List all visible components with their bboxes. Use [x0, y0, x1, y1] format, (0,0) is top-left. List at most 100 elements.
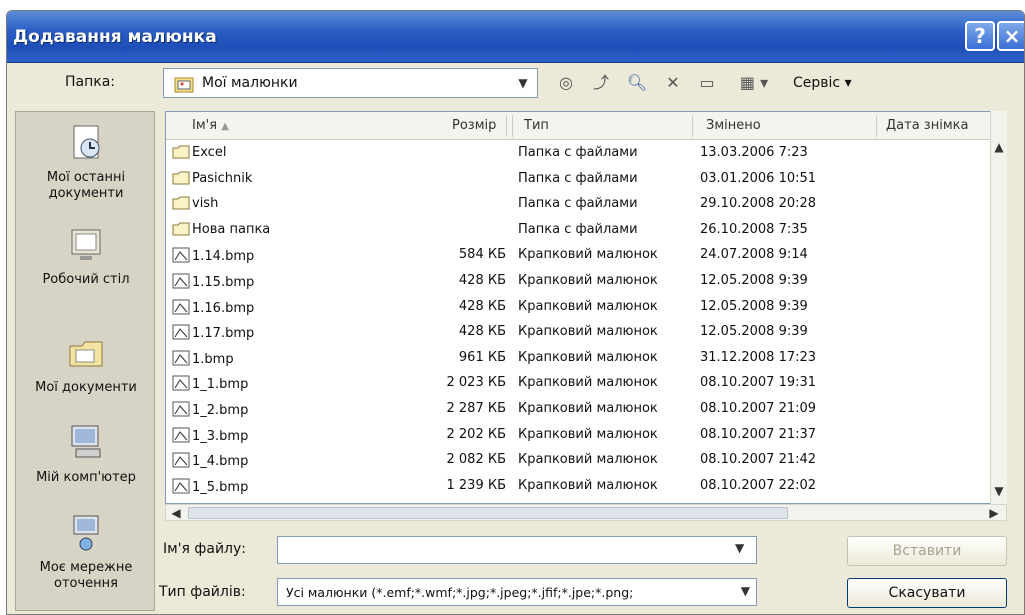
file-name[interactable]: 1_1.bmp	[172, 375, 248, 395]
file-name[interactable]: Pasichnik	[172, 171, 252, 189]
scroll-up-icon[interactable]: ▲	[991, 139, 1007, 155]
place-label: Робочий стіл	[42, 272, 130, 287]
bitmap-file-icon	[172, 401, 190, 421]
column-name[interactable]: Ім'я ▲	[192, 118, 229, 133]
place-my-computer[interactable]: Мій комп'ютер	[16, 422, 156, 486]
file-type: Крапковий малюнок	[518, 247, 658, 263]
file-size: 2 023 КБ	[446, 375, 507, 391]
file-name[interactable]: Excel	[172, 145, 226, 163]
column-date-taken[interactable]: Дата знімка	[886, 118, 968, 133]
file-type: Крапковий малюнок	[518, 349, 658, 365]
search-icon[interactable]: 🔍︎	[623, 69, 651, 97]
file-size: 961 КБ	[458, 349, 506, 365]
table-row[interactable]: 1.14.bmp 584 КБ Крапковий малюнок 24.07.200…	[166, 244, 994, 266]
folder-value: Мої малюнки	[202, 75, 298, 91]
pictures-folder-icon	[174, 75, 194, 97]
file-modified: 12.05.2008 9:39	[700, 298, 808, 314]
table-row[interactable]: 1.15.bmp 428 КБ Крапковий малюнок 12.05.200…	[166, 270, 994, 292]
tools-menu[interactable]: Сервіс ▾	[793, 75, 852, 91]
bitmap-file-icon	[172, 375, 190, 395]
place-recent-documents[interactable]: Мої останні документи	[16, 122, 156, 202]
file-type: Крапковий малюнок	[518, 375, 658, 391]
table-row[interactable]: 1.17.bmp 428 КБ Крапковий малюнок 12.05.200…	[166, 321, 994, 343]
up-folder-icon[interactable]: ⤴	[587, 69, 615, 97]
help-button[interactable]: ?	[965, 21, 995, 51]
filetype-value: Усі малюнки (*.emf;*.wmf;*.jpg;*.jpeg;*.…	[286, 585, 634, 600]
file-name[interactable]: vish	[172, 196, 218, 214]
table-row[interactable]: 1.16.bmp 428 КБ Крапковий малюнок 12.05.200…	[166, 296, 994, 318]
desktop-icon	[16, 224, 156, 268]
file-name[interactable]: 1.bmp	[172, 350, 234, 370]
place-my-documents[interactable]: Мої документи	[16, 332, 156, 396]
insert-picture-dialog: Додавання малюнка ? × Папка: Мої малюнки…	[6, 10, 1025, 615]
file-name[interactable]: Нова папка	[172, 222, 270, 240]
recent-documents-icon	[16, 122, 156, 166]
back-icon[interactable]: ◎	[552, 69, 580, 97]
chevron-down-icon[interactable]: ▼	[735, 541, 744, 555]
file-type: Папка с файлами	[518, 170, 638, 186]
file-modified: 12.05.2008 9:39	[700, 273, 808, 288]
table-row[interactable]: 1.bmp 961 КБ Крапковий малюнок 31.12.2008 1…	[166, 347, 994, 369]
column-type[interactable]: Тип	[524, 118, 549, 133]
file-name[interactable]: 1_5.bmp	[172, 478, 248, 498]
table-row[interactable]: 1_1.bmp 2 023 КБ Крапковий малюнок 08.10.20…	[166, 372, 994, 394]
file-list[interactable]: Ім'я ▲ Розмір Тип Змінено Дата знімка Ex…	[165, 111, 1007, 504]
place-desktop[interactable]: Робочий стіл	[16, 224, 156, 288]
table-row[interactable]: 1_5.bmp 1 239 КБ Крапковий малюнок 08.10.20…	[166, 475, 994, 497]
scroll-right-icon[interactable]: ▶	[986, 505, 1002, 521]
file-size: 2 287 КБ	[446, 401, 507, 416]
place-label: Мій комп'ютер	[36, 470, 136, 485]
new-folder-icon[interactable]: ▭	[693, 69, 721, 97]
file-name[interactable]: 1_3.bmp	[172, 427, 248, 447]
file-type: Крапковий малюнок	[518, 401, 658, 416]
vertical-scrollbar[interactable]: ▲ ▼	[990, 111, 1007, 504]
filetype-dropdown[interactable]: Усі малюнки (*.emf;*.wmf;*.jpg;*.jpeg;*.…	[277, 578, 757, 606]
chevron-down-icon[interactable]: ▼	[741, 584, 750, 598]
file-name[interactable]: 1.15.bmp	[172, 273, 254, 293]
table-row[interactable]: vish Папка с файлами 29.10.2008 20:28	[166, 193, 994, 215]
scroll-thumb[interactable]	[188, 507, 788, 519]
column-size[interactable]: Розмір	[452, 118, 496, 133]
table-row[interactable]: 1_4.bmp 2 082 КБ Крапковий малюнок 08.10.20…	[166, 449, 994, 471]
file-size: 428 КБ	[458, 324, 506, 340]
horizontal-scrollbar[interactable]: ◀ ▶	[165, 504, 1007, 521]
close-button[interactable]: ×	[997, 21, 1024, 51]
table-row[interactable]: Excel Папка с файлами 13.03.2006 7:23	[166, 142, 994, 164]
folder-dropdown[interactable]: Мої малюнки ▼	[163, 68, 538, 98]
file-name[interactable]: 1_2.bmp	[172, 401, 248, 421]
views-icon[interactable]: ▦ ▾	[729, 69, 779, 97]
places-bar: Мої останні документи Робочий стіл Мої д…	[15, 111, 155, 611]
folder-icon	[172, 222, 190, 240]
file-modified: 08.10.2007 19:31	[700, 375, 817, 391]
file-name[interactable]: 1.14.bmp	[172, 247, 254, 267]
filetype-label: Тип файлів:	[159, 584, 246, 600]
chevron-down-icon[interactable]: ▼	[513, 73, 533, 93]
scroll-left-icon[interactable]: ◀	[168, 505, 184, 521]
filename-label: Ім'я файлу:	[163, 541, 247, 557]
table-row[interactable]: 1_3.bmp 2 202 КБ Крапковий малюнок 08.10.20…	[166, 424, 994, 446]
my-computer-icon	[16, 422, 156, 466]
table-row[interactable]: Нова папка Папка с файлами 26.10.2008 7:35	[166, 219, 994, 241]
file-name[interactable]: 1.16.bmp	[172, 299, 254, 319]
cancel-button[interactable]: Скасувати	[847, 578, 1007, 608]
filename-input[interactable]	[277, 536, 757, 564]
scroll-down-icon[interactable]: ▼	[991, 483, 1007, 499]
my-documents-icon	[16, 332, 156, 376]
file-modified: 08.10.2007 21:37	[700, 426, 817, 442]
file-type: Папка с файлами	[518, 196, 638, 212]
file-type: Папка с файлами	[518, 145, 638, 160]
file-name[interactable]: 1.17.bmp	[172, 324, 254, 344]
title-bar[interactable]: Додавання малюнка ? ×	[7, 11, 1024, 63]
file-type: Крапковий малюнок	[518, 324, 658, 340]
file-size: 584 КБ	[458, 247, 506, 263]
column-modified[interactable]: Змінено	[706, 118, 761, 133]
insert-button[interactable]: Вставити	[847, 536, 1007, 566]
file-name[interactable]: 1_4.bmp	[172, 452, 248, 472]
table-row[interactable]: Pasichnik Папка с файлами 03.01.2006 10:51	[166, 168, 994, 190]
file-type: Крапковий малюнок	[518, 426, 658, 442]
place-network[interactable]: Моє мережне оточення	[16, 512, 156, 592]
delete-icon[interactable]: ✕	[659, 69, 687, 97]
place-label: Моє мережне оточення	[39, 560, 133, 591]
file-type: Крапковий малюнок	[518, 477, 658, 493]
table-row[interactable]: 1_2.bmp 2 287 КБ Крапковий малюнок 08.10.20…	[166, 398, 994, 420]
